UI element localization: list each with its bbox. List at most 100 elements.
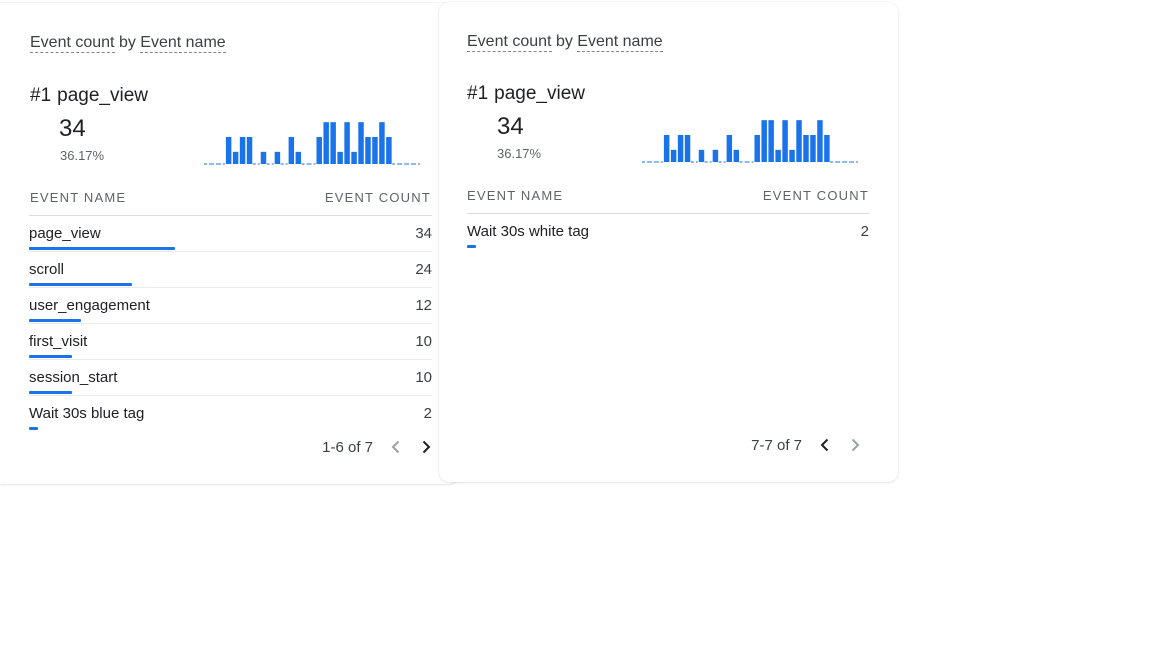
sparkline-bar: [232, 151, 239, 164]
chevron-left-icon: [820, 438, 829, 452]
table-body: Wait 30s white tag 2: [467, 214, 869, 250]
top-rank: #1: [30, 85, 52, 106]
count-bar: [29, 355, 72, 358]
sparkline-bar: [365, 137, 371, 164]
sparkline-bar: [796, 120, 802, 162]
table-row[interactable]: session_start 10: [29, 360, 432, 396]
table-body: page_view 34 scroll 24 user_engagement 12 firs…: [29, 216, 432, 432]
event-count-cell: 10: [415, 369, 432, 386]
sparkline-bar: [733, 149, 740, 162]
table-row[interactable]: page_view 34: [29, 216, 432, 252]
sparkline-bar: [817, 120, 823, 162]
event-name-cell: first_visit: [29, 333, 88, 350]
column-header-event-count[interactable]: EVENT COUNT: [325, 190, 431, 205]
event-name-cell: Wait 30s white tag: [467, 223, 589, 240]
sparkline-bar: [775, 149, 781, 162]
table-row[interactable]: Wait 30s blue tag 2: [29, 396, 432, 432]
count-bar: [29, 391, 72, 394]
sparkline-bar: [379, 122, 385, 164]
card-title[interactable]: Event count by Event name: [30, 34, 226, 53]
chevron-left-icon: [391, 440, 400, 454]
sparkline-chart: [204, 122, 420, 165]
top-percentage: 36.17%: [60, 148, 105, 163]
sparkline-bar: [782, 120, 788, 162]
sparkline-bar: [372, 137, 378, 164]
table-row[interactable]: Wait 30s white tag 2: [467, 214, 869, 250]
sparkline-bar: [803, 135, 809, 162]
sparkline-bar: [323, 122, 329, 164]
sparkline-bar: [260, 151, 267, 164]
event-count-cell: 10: [415, 333, 432, 350]
sparkline-bar: [330, 122, 336, 164]
table-row[interactable]: user_engagement 12: [29, 288, 432, 324]
dimension-label[interactable]: Event name: [577, 33, 663, 52]
pagination-info: 1-6 of 7: [322, 438, 373, 456]
sparkline-bar: [761, 120, 767, 162]
event-name-cell: scroll: [29, 261, 65, 278]
sparkline-bar: [225, 137, 232, 164]
metric-label[interactable]: Event count: [467, 33, 552, 52]
top-item-label: #1 page_view: [30, 85, 148, 107]
table-row[interactable]: scroll 24: [29, 252, 432, 288]
sparkline-bar: [386, 137, 392, 164]
top-name: page_view: [57, 85, 148, 106]
sparkline-bar: [698, 149, 705, 162]
event-count-card-2: Event count by Event name #1 page_view 34…: [439, 2, 898, 482]
next-page-button[interactable]: [411, 435, 441, 459]
top-value: 34: [59, 115, 86, 142]
event-count-cell: 2: [423, 405, 432, 422]
sparkline-bar: [246, 137, 253, 164]
sparkline-bar: [789, 149, 795, 162]
event-name-cell: session_start: [29, 369, 118, 386]
dimension-label[interactable]: Event name: [140, 34, 226, 53]
top-percentage: 36.17%: [497, 146, 542, 161]
sparkline-bar: [663, 135, 670, 162]
pagination-info: 7-7 of 7: [751, 436, 802, 454]
sparkline-bar: [712, 149, 719, 162]
pagination: 1-6 of 7: [322, 435, 441, 459]
sparkline-bar: [810, 135, 816, 162]
event-name-cell: Wait 30s blue tag: [29, 405, 145, 422]
sparkline-bar: [316, 137, 322, 164]
sparkline-bar: [274, 151, 281, 164]
sparkline-bar: [288, 137, 295, 164]
top-item-label: #1 page_view: [467, 83, 585, 105]
event-name-cell: user_engagement: [29, 297, 150, 314]
prev-page-button[interactable]: [381, 435, 411, 459]
next-page-button[interactable]: [840, 433, 870, 457]
sparkline-chart: [642, 120, 858, 163]
metric-label[interactable]: Event count: [30, 34, 115, 53]
count-bar: [29, 427, 38, 430]
sparkline-bar: [768, 120, 774, 162]
column-header-event-name: EVENT NAME: [30, 190, 127, 205]
sparkline-bar: [677, 135, 684, 162]
pagination: 7-7 of 7: [751, 433, 870, 457]
sparkline-bar: [337, 151, 343, 164]
prev-page-button[interactable]: [810, 433, 840, 457]
sparkline-bar: [670, 149, 677, 162]
count-bar: [29, 283, 133, 286]
event-count-cell: 12: [415, 297, 432, 314]
sparkline-bar: [351, 151, 357, 164]
event-count-cell: 34: [415, 225, 432, 242]
event-count-cell: 24: [415, 261, 432, 278]
event-count-cell: 2: [860, 223, 869, 240]
sparkline-bar: [344, 122, 350, 164]
card-title[interactable]: Event count by Event name: [467, 33, 663, 52]
count-bar: [29, 319, 81, 322]
sparkline-bar: [295, 151, 302, 164]
count-bar: [467, 245, 476, 248]
chevron-right-icon: [851, 438, 860, 452]
event-count-card-1: Event count by Event name #1 page_view 34…: [0, 3, 459, 484]
top-value: 34: [497, 113, 524, 140]
event-name-cell: page_view: [29, 225, 101, 242]
sparkline-bar: [684, 135, 691, 162]
sparkline-bar: [358, 122, 364, 164]
chevron-right-icon: [422, 440, 431, 454]
column-header-event-name: EVENT NAME: [467, 188, 564, 203]
column-header-event-count[interactable]: EVENT COUNT: [763, 188, 869, 203]
sparkline-bar: [726, 135, 733, 162]
table-row[interactable]: first_visit 10: [29, 324, 432, 360]
title-by: by: [551, 33, 578, 50]
title-by: by: [114, 34, 141, 51]
